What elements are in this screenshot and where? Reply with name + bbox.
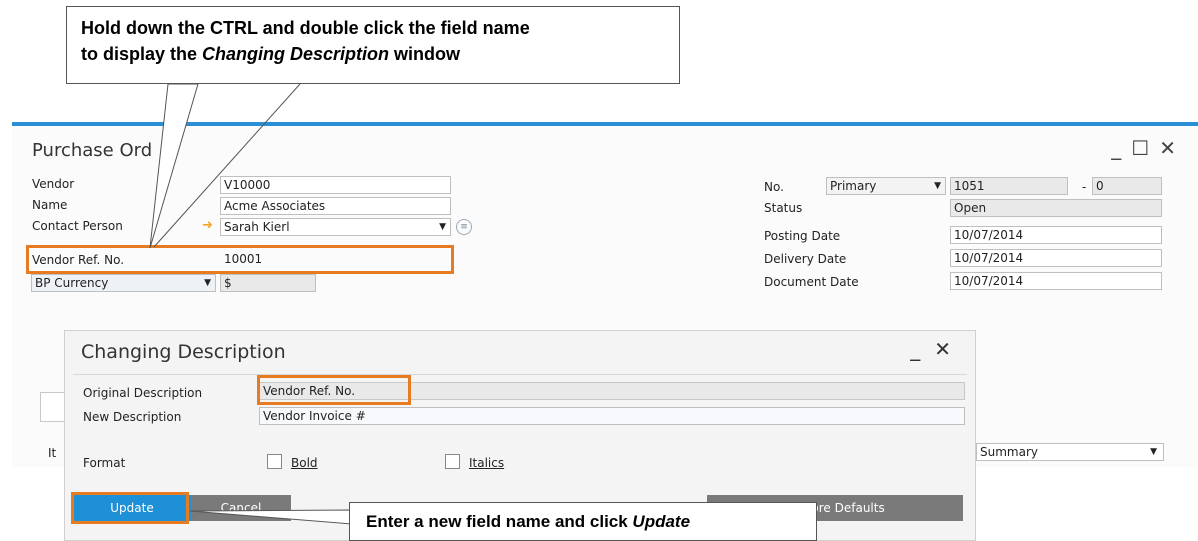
series-select[interactable]: Primary ▼: [826, 177, 946, 195]
doc-number-field[interactable]: 1051: [950, 177, 1068, 195]
format-label: Format: [83, 456, 126, 470]
new-description-label: New Description: [83, 410, 182, 424]
series-value: Primary: [830, 179, 877, 193]
dialog-title: Changing Description: [81, 341, 286, 363]
callout-top-line1: Hold down the CTRL and double click the …: [81, 18, 530, 38]
callout-top-line2: to display the Changing Description wind…: [81, 41, 679, 67]
window-controls: _☐✕: [1111, 136, 1186, 160]
delivery-date-field[interactable]: 10/07/2014: [950, 249, 1162, 267]
screenshot-root: Purchase Ord _☐✕ Vendor V10000 Name Acme…: [0, 0, 1198, 541]
contact-person-field[interactable]: Sarah Kierl ▼: [220, 218, 451, 236]
callout-top-line2-em: Changing Description: [202, 44, 390, 64]
instruction-callout-top: Hold down the CTRL and double click the …: [66, 6, 680, 84]
window-title: Purchase Ord: [32, 140, 153, 161]
instruction-callout-bottom: Enter a new field name and click Update: [349, 502, 817, 541]
document-date-label: Document Date: [764, 275, 859, 289]
info-icon[interactable]: ≡: [456, 219, 472, 235]
callout-bottom-pre: Enter a new field name and click: [366, 512, 633, 531]
no-label: No.: [764, 180, 784, 194]
status-field[interactable]: Open: [950, 199, 1162, 217]
callout-top-line2-pre: to display the: [81, 44, 203, 64]
minimize-icon[interactable]: _: [1111, 136, 1131, 160]
document-date-field[interactable]: 10/07/2014: [950, 272, 1162, 290]
chevron-down-icon[interactable]: ▼: [204, 275, 211, 291]
new-description-input[interactable]: Vendor Invoice #: [259, 407, 965, 425]
bold-label[interactable]: Bold: [291, 456, 318, 470]
vendor-ref-highlight: [26, 245, 454, 274]
vendor-label[interactable]: Vendor: [32, 177, 74, 191]
callout-bottom-em: Update: [632, 512, 691, 531]
callout-top-line2-post: window: [389, 44, 461, 64]
status-label: Status: [764, 201, 803, 215]
contact-person-label[interactable]: Contact Person: [32, 219, 123, 233]
bp-currency-label: BP Currency: [35, 276, 109, 290]
contact-person-value: Sarah Kierl: [224, 220, 290, 234]
dialog-divider: [73, 374, 967, 375]
original-description-label: Original Description: [83, 386, 203, 400]
summary-value: Summary: [980, 445, 1038, 459]
maximize-icon[interactable]: ☐: [1131, 136, 1159, 160]
doc-number-separator: -: [1082, 180, 1087, 194]
chevron-down-icon[interactable]: ▼: [439, 219, 446, 235]
bp-currency-select[interactable]: BP Currency ▼: [31, 274, 216, 292]
tab-items-fragment[interactable]: It: [48, 446, 56, 460]
currency-field[interactable]: $: [220, 274, 316, 292]
vendor-field[interactable]: V10000: [220, 176, 451, 194]
chevron-down-icon[interactable]: ▼: [934, 178, 941, 194]
link-arrow-icon[interactable]: ➜: [202, 218, 213, 233]
posting-date-label: Posting Date: [764, 229, 841, 243]
chevron-down-icon[interactable]: ▼: [1150, 444, 1157, 460]
delivery-date-label: Delivery Date: [764, 252, 847, 266]
close-icon[interactable]: ✕: [1159, 136, 1186, 160]
doc-number-suffix-field[interactable]: 0: [1092, 177, 1162, 195]
name-label[interactable]: Name: [32, 198, 67, 212]
original-description-highlight: [257, 375, 411, 405]
minimize-icon[interactable]: _: [910, 337, 934, 361]
dialog-controls: _✕: [910, 337, 965, 361]
posting-date-field[interactable]: 10/07/2014: [950, 226, 1162, 244]
italics-label[interactable]: Italics: [469, 456, 504, 470]
close-icon[interactable]: ✕: [934, 337, 965, 361]
summary-select[interactable]: Summary ▼: [976, 443, 1164, 461]
italics-checkbox[interactable]: [445, 454, 460, 469]
name-field[interactable]: Acme Associates: [220, 197, 451, 215]
update-highlight: [71, 492, 189, 524]
cancel-button[interactable]: Cancel: [191, 495, 291, 521]
bold-checkbox[interactable]: [267, 454, 282, 469]
